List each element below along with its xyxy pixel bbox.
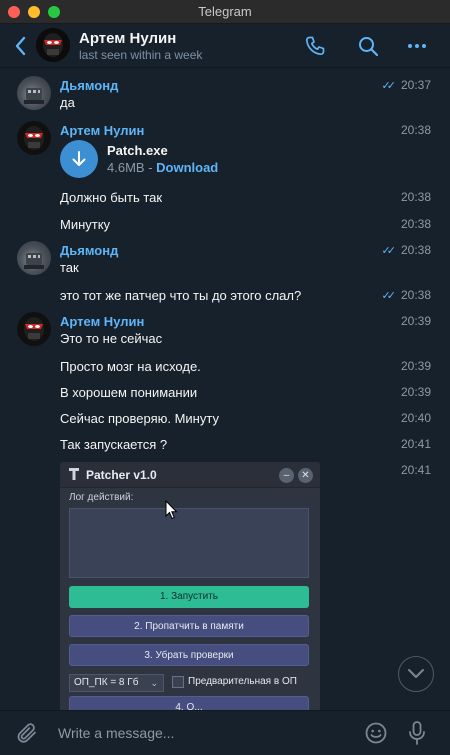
message-time: 20:38 [400,243,431,257]
file-size: 4.6MB [107,160,145,175]
minimize-window-button[interactable] [28,6,40,18]
read-checkmarks-icon: ✓✓ [381,79,397,92]
message-text: Так запускается ? [60,437,168,452]
message-meta: 20:41 [401,463,431,477]
message-time: 20:41 [400,437,431,451]
read-checkmarks-icon: ✓✓ [381,244,397,257]
message-sender[interactable]: Дьямонд [60,243,118,258]
photo-attachment[interactable]: Patcher v1.0 – ✕ Лог действий: 1. Запуст… [60,462,320,710]
message-text: Минутку [60,217,111,232]
message-meta: ✓✓ 20:37 [382,78,431,92]
logo-icon [69,468,79,480]
message-meta: 20:38 [401,190,431,204]
next-step-button[interactable]: 4. О... [69,696,309,710]
message-meta: ✓✓ 20:38 [382,288,431,302]
message-sender[interactable]: Артем Нулин [60,314,144,329]
message-sender[interactable]: Дьямонд [60,78,118,93]
sender-avatar[interactable] [17,76,51,110]
contact-status: last seen within a week [79,48,203,62]
message-text: это тот же патчер что ты до этого слал? [60,288,302,303]
message-text: В хорошем понимании [60,385,198,400]
more-icon[interactable] [405,34,429,58]
message-time: 20:40 [400,411,431,425]
composer [0,710,450,755]
close-window-button[interactable] [8,6,20,18]
window-controls [8,6,60,18]
run-button[interactable]: 1. Запустить [69,586,309,608]
message-text: Это то не сейчас [60,331,163,346]
message-meta: 20:39 [401,359,431,373]
message-meta: 20:38 [401,123,431,137]
message-sender[interactable]: Артем Нулин [60,123,144,138]
message-text: Сейчас проверяю. Минуту [60,411,219,426]
paperclip-icon[interactable] [15,721,39,745]
download-arrow-icon [72,151,86,166]
message-meta: 20:40 [401,411,431,425]
log-textarea[interactable] [69,508,309,578]
chevron-down-icon [408,669,424,678]
sender-avatar[interactable] [17,121,51,155]
chat-header: Артем Нулин last seen within a week [0,24,450,68]
sender-avatar[interactable] [17,312,51,346]
scroll-to-bottom-button[interactable] [398,656,434,692]
message-time: 20:39 [400,314,431,328]
patcher-titlebar: Patcher v1.0 – ✕ [60,462,320,488]
masked-face-icon [24,317,44,341]
preload-checkbox-label: Предварительная в ОП [188,676,297,687]
window-title: Telegram [198,4,252,19]
file-meta-separator: - [144,160,157,175]
message-text: так [60,260,79,275]
remove-checks-button[interactable]: 3. Убрать проверки [69,644,309,666]
message-input[interactable] [58,721,348,745]
message-time: 20:39 [400,359,431,373]
file-meta: 4.6MB - Download [107,160,218,175]
maximize-window-button[interactable] [48,6,60,18]
message-time: 20:38 [400,288,431,302]
log-label: Лог действий: [69,492,134,503]
message-text: да [60,95,75,110]
window-titlebar: Telegram [0,0,450,24]
statue-icon [24,253,44,269]
message-time: 20:41 [400,463,431,477]
patch-memory-button[interactable]: 2. Пропатчить в памяти [69,615,309,637]
patcher-close-button[interactable]: ✕ [298,468,313,483]
message-time: 20:38 [400,123,431,137]
message-meta: 20:41 [401,437,431,451]
message-text: Просто мозг на исходе. [60,359,201,374]
back-chevron-icon[interactable] [12,35,30,57]
message-time: 20:37 [400,78,431,92]
read-checkmarks-icon: ✓✓ [381,289,397,302]
file-download-button[interactable] [60,140,98,178]
sender-avatar[interactable] [17,241,51,275]
file-name[interactable]: Patch.exe [107,143,168,158]
microphone-icon[interactable] [405,720,429,746]
statue-icon [24,88,44,104]
mouse-cursor-icon [165,500,178,520]
search-icon[interactable] [356,34,380,58]
message-time: 20:38 [400,217,431,231]
masked-face-icon [36,28,70,62]
phone-icon[interactable] [303,34,327,58]
emoji-icon[interactable] [364,721,388,745]
message-meta: 20:39 [401,385,431,399]
ram-select-value: ОП_ПК = 8 Гб [74,677,139,688]
download-link[interactable]: Download [156,160,218,175]
masked-face-icon [24,126,44,150]
message-list[interactable]: Дьямонд да ✓✓ 20:37 Артем Нулин 20:38 Pa… [0,68,450,710]
message-meta: ✓✓ 20:38 [382,243,431,257]
preload-checkbox[interactable] [172,676,184,688]
message-text: Должно быть так [60,190,163,205]
patcher-minimize-button[interactable]: – [279,468,294,483]
chevron-down-icon: ⌄ [150,678,158,688]
ram-select[interactable]: ОП_ПК = 8 Гб ⌄ [69,674,164,692]
patcher-title: Patcher v1.0 [86,468,157,482]
message-meta: 20:39 [401,314,431,328]
message-time: 20:38 [400,190,431,204]
contact-avatar[interactable] [36,28,70,62]
message-meta: 20:38 [401,217,431,231]
contact-name[interactable]: Артем Нулин [79,30,176,47]
message-time: 20:39 [400,385,431,399]
